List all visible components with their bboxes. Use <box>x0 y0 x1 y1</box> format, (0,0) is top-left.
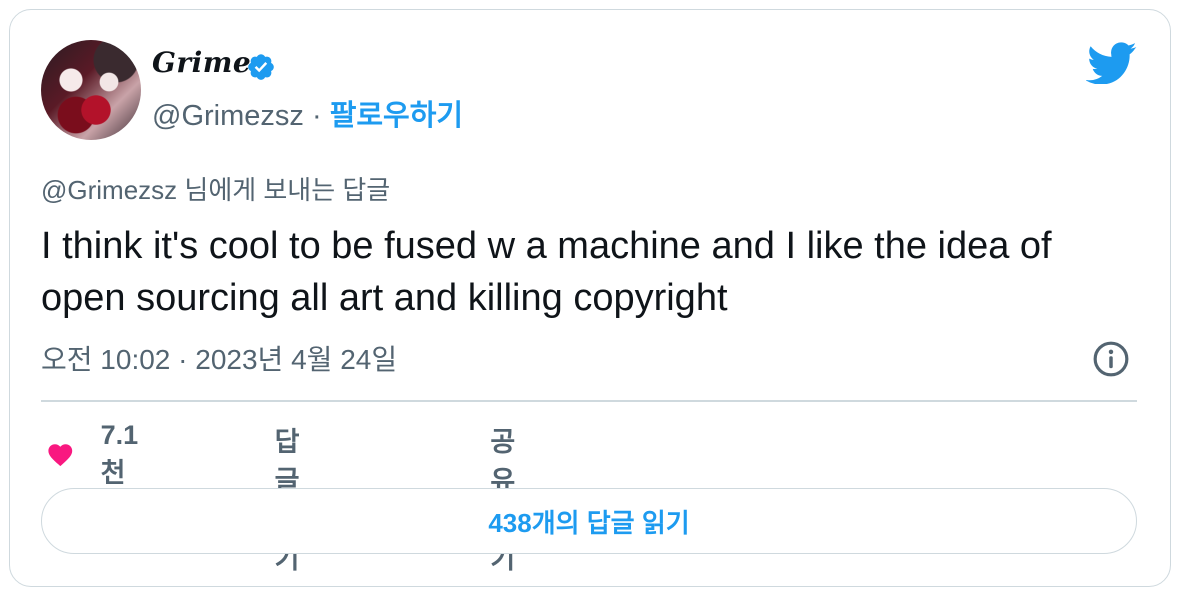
follow-button[interactable]: 팔로우하기 <box>330 100 463 132</box>
author-handle[interactable]: @Grimezsz <box>152 100 304 132</box>
verified-badge-icon <box>248 54 274 80</box>
reply-to-context: @Grimezsz 님에게 보내는 답글 <box>41 175 391 205</box>
divider <box>41 400 1137 402</box>
info-icon[interactable] <box>1092 340 1130 378</box>
separator-dot: · <box>311 100 322 132</box>
read-replies-button[interactable]: 438개의 답글 읽기 <box>41 488 1137 554</box>
tweet-text: I think it's cool to be fused w a machin… <box>41 225 1052 319</box>
heart-icon <box>48 444 73 467</box>
tweet-timestamp[interactable]: 오전 10:02 · 2023년 4월 24일 <box>41 338 397 378</box>
author-handle-row: @Grimezsz · 팔로우하기 <box>152 92 463 134</box>
like-count: 7.1천 <box>100 420 139 488</box>
twitter-bird-icon[interactable] <box>1086 42 1138 84</box>
avatar[interactable] <box>41 40 141 140</box>
like-button[interactable]: 7.1천 <box>46 420 148 490</box>
